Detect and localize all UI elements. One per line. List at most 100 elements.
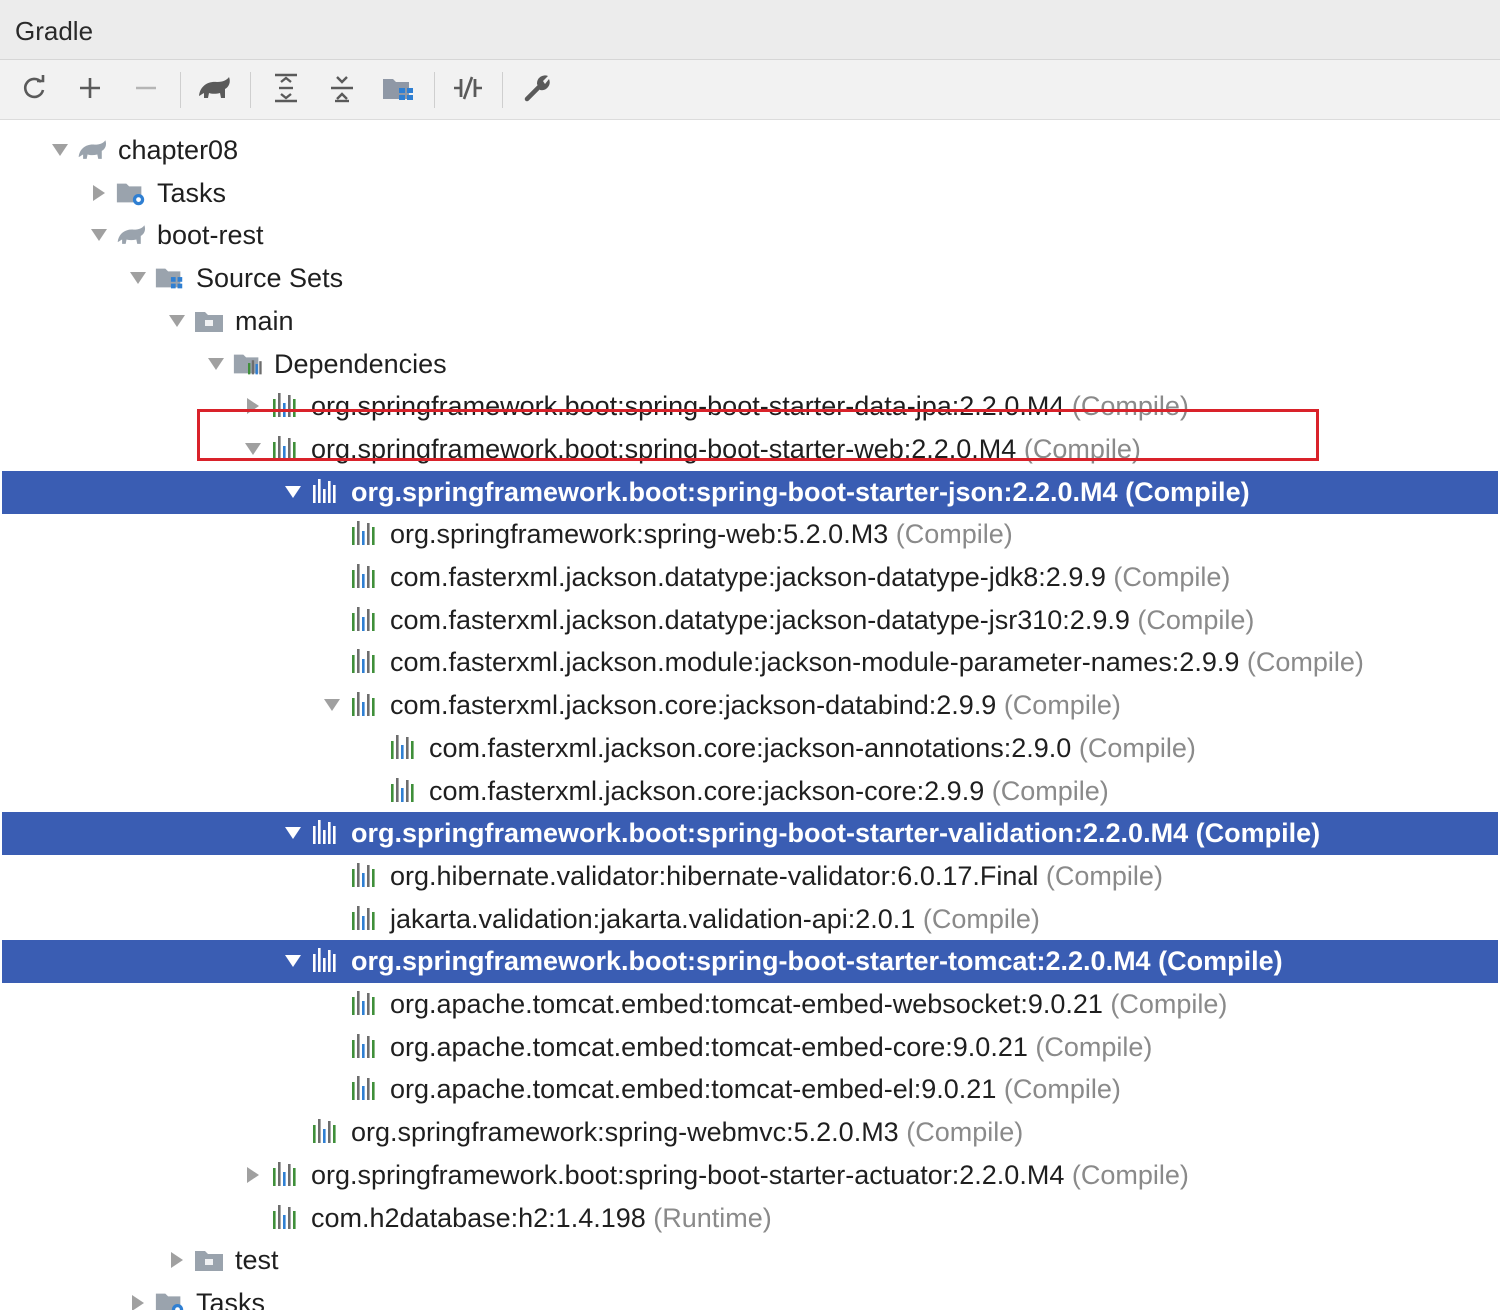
- collapsed-arrow-icon[interactable]: [167, 1250, 187, 1270]
- refresh-icon: [19, 73, 49, 108]
- tree-row[interactable]: com.fasterxml.jackson.module:jackson-mod…: [0, 641, 1500, 684]
- tree-row[interactable]: org.springframework.boot:spring-boot-sta…: [0, 1154, 1500, 1197]
- dependency-name: org.springframework.boot:spring-boot-sta…: [351, 946, 1151, 977]
- collapse-all-icon: [328, 73, 356, 108]
- dependency-name: com.fasterxml.jackson.datatype:jackson-d…: [390, 604, 1130, 635]
- tree-row[interactable]: org.springframework.boot:spring-boot-sta…: [2, 940, 1498, 984]
- group-modules-button[interactable]: [378, 70, 418, 110]
- tree-row[interactable]: com.fasterxml.jackson.core:jackson-annot…: [0, 727, 1500, 770]
- collapsed-arrow-icon[interactable]: [89, 183, 109, 203]
- expanded-arrow-icon[interactable]: [283, 482, 303, 502]
- dependency-name: org.apache.tomcat.embed:tomcat-embed-el:…: [390, 1074, 997, 1105]
- expanded-arrow-icon[interactable]: [283, 951, 303, 971]
- expanded-arrow-icon[interactable]: [89, 225, 109, 245]
- tree-row[interactable]: main: [0, 300, 1500, 343]
- expanded-arrow-icon[interactable]: [206, 354, 226, 374]
- tree-row[interactable]: com.h2database:h2:1.4.198 (Runtime): [0, 1197, 1500, 1240]
- tree-row[interactable]: com.fasterxml.jackson.datatype:jackson-d…: [0, 599, 1500, 642]
- tree-row[interactable]: org.apache.tomcat.embed:tomcat-embed-web…: [0, 983, 1500, 1026]
- tree-row-label: org.springframework:spring-webmvc:5.2.0.…: [351, 1115, 1023, 1149]
- collapsed-arrow-icon[interactable]: [128, 1293, 148, 1310]
- gradle-projects-tree: chapter08 Tasks boot-rest Source Sets main De…: [0, 120, 1500, 1310]
- dependency-name: com.fasterxml.jackson.module:jackson-mod…: [390, 647, 1240, 678]
- library-icon: [387, 733, 419, 763]
- expanded-arrow-icon[interactable]: [167, 311, 187, 331]
- execute-gradle-task-button[interactable]: [194, 70, 234, 110]
- dependency-name: boot-rest: [157, 220, 264, 251]
- tree-row[interactable]: org.apache.tomcat.embed:tomcat-embed-cor…: [0, 1026, 1500, 1069]
- dependency-scope: (Compile): [1045, 860, 1163, 891]
- tree-row-label: Source Sets: [196, 261, 343, 295]
- library-icon: [348, 690, 380, 720]
- tree-row-label: jakarta.validation:jakarta.validation-ap…: [390, 902, 1040, 936]
- tree-row[interactable]: com.fasterxml.jackson.core:jackson-core:…: [0, 770, 1500, 813]
- remove-icon: [133, 75, 159, 106]
- library-icon: [309, 946, 341, 976]
- remove-button[interactable]: [126, 70, 166, 110]
- dependencies-folder-icon: [232, 349, 264, 379]
- toolbar-separator: [434, 72, 435, 108]
- tree-row[interactable]: org.springframework:spring-web:5.2.0.M3 …: [0, 513, 1500, 556]
- collapsed-arrow-icon[interactable]: [243, 1165, 263, 1185]
- tree-row[interactable]: boot-rest: [0, 214, 1500, 257]
- expanded-arrow-icon[interactable]: [283, 823, 303, 843]
- dependency-name: com.h2database:h2:1.4.198: [311, 1202, 646, 1233]
- tree-row[interactable]: Tasks: [0, 172, 1500, 215]
- toggle-offline-button[interactable]: [448, 70, 488, 110]
- tree-row[interactable]: chapter08: [0, 129, 1500, 172]
- tree-row-label: com.fasterxml.jackson.core:jackson-core:…: [429, 774, 1109, 808]
- tree-row[interactable]: jakarta.validation:jakarta.validation-ap…: [0, 898, 1500, 941]
- refresh-button[interactable]: [14, 70, 54, 110]
- dependency-name: org.hibernate.validator:hibernate-valida…: [390, 860, 1039, 891]
- tree-row[interactable]: Dependencies: [0, 343, 1500, 386]
- dependency-scope: (Compile): [1195, 818, 1321, 849]
- tree-row[interactable]: org.apache.tomcat.embed:tomcat-embed-el:…: [0, 1068, 1500, 1111]
- toolbar-separator: [250, 72, 251, 108]
- tree-row[interactable]: com.fasterxml.jackson.core:jackson-datab…: [0, 684, 1500, 727]
- expand-all-button[interactable]: [266, 70, 306, 110]
- expand-all-icon: [272, 73, 300, 108]
- collapse-all-button[interactable]: [322, 70, 362, 110]
- tree-row-label: org.springframework.boot:spring-boot-sta…: [351, 944, 1283, 978]
- gradle-settings-button[interactable]: [518, 70, 558, 110]
- dependency-scope: (Compile): [1110, 989, 1228, 1019]
- gradle-elephant-icon: [196, 74, 232, 107]
- tree-row[interactable]: org.hibernate.validator:hibernate-valida…: [0, 855, 1500, 898]
- dependency-name: org.springframework.boot:spring-boot-sta…: [351, 476, 1118, 507]
- add-button[interactable]: [70, 70, 110, 110]
- tree-row-label: Dependencies: [274, 347, 447, 381]
- library-icon: [269, 1160, 301, 1190]
- tree-row[interactable]: org.springframework.boot:spring-boot-sta…: [2, 812, 1498, 856]
- wrench-icon: [523, 73, 553, 108]
- tree-row-label: com.h2database:h2:1.4.198 (Runtime): [311, 1201, 772, 1235]
- tree-row-label: org.springframework.boot:spring-boot-sta…: [351, 475, 1250, 509]
- dependency-name: com.fasterxml.jackson.core:jackson-core:…: [429, 775, 985, 806]
- library-icon: [387, 776, 419, 806]
- tool-window-title: Gradle: [15, 16, 94, 46]
- library-icon: [348, 562, 380, 592]
- gradle-project-icon: [76, 135, 108, 165]
- tree-row-label: org.springframework.boot:spring-boot-sta…: [311, 1158, 1189, 1192]
- dependency-scope: (Compile): [1125, 476, 1250, 507]
- gradle-project-icon: [115, 220, 147, 250]
- tree-row[interactable]: com.fasterxml.jackson.datatype:jackson-d…: [0, 556, 1500, 599]
- expanded-arrow-icon[interactable]: [128, 268, 148, 288]
- tree-row-label: com.fasterxml.jackson.core:jackson-datab…: [390, 688, 1121, 722]
- tree-row-label: org.springframework:spring-web:5.2.0.M3 …: [390, 517, 1013, 551]
- dependency-scope: (Compile): [991, 775, 1109, 806]
- library-icon: [348, 647, 380, 677]
- tree-row[interactable]: Tasks: [0, 1282, 1500, 1310]
- tree-row[interactable]: org.springframework:spring-webmvc:5.2.0.…: [0, 1111, 1500, 1154]
- expanded-arrow-icon[interactable]: [50, 140, 70, 160]
- tree-row[interactable]: Source Sets: [0, 257, 1500, 300]
- dependency-name: org.springframework.boot:spring-boot-sta…: [311, 1159, 1065, 1190]
- expanded-arrow-icon[interactable]: [322, 695, 342, 715]
- tree-row-label: com.fasterxml.jackson.datatype:jackson-d…: [390, 560, 1230, 594]
- dependency-scope: (Compile): [1035, 1031, 1153, 1062]
- toolbar-separator: [180, 72, 181, 108]
- tree-row-label: Tasks: [157, 176, 226, 210]
- dependency-name: org.springframework:spring-webmvc:5.2.0.…: [351, 1117, 899, 1148]
- add-icon: [77, 75, 103, 106]
- tree-row[interactable]: org.springframework.boot:spring-boot-sta…: [2, 470, 1498, 514]
- tree-row[interactable]: test: [0, 1239, 1500, 1282]
